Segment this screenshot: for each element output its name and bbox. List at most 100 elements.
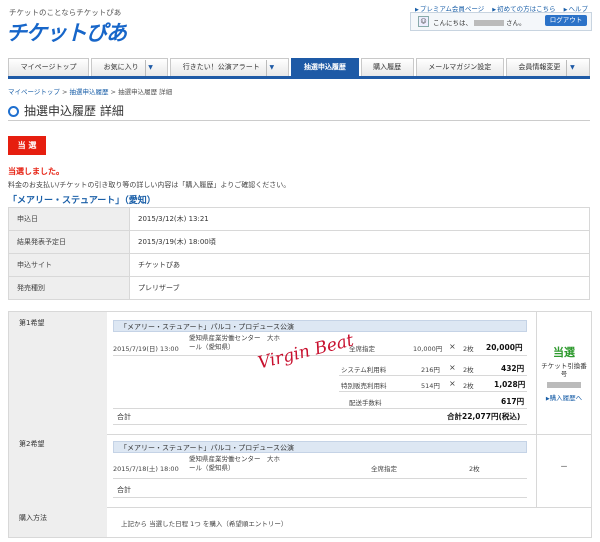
info-value: プレリザーブ <box>129 276 590 300</box>
tab-member-info[interactable]: 会員情報変更 ▼ <box>505 58 590 76</box>
link-text: 購入履歴へ <box>549 394 583 402</box>
table-row: 発売種別 プレリザーブ <box>8 276 590 300</box>
info-table: 申込日 2015/3/12(木) 13:21 結果発表予定日 2015/3/19(木… <box>8 207 590 300</box>
tab-label: マイページトップ <box>20 63 77 71</box>
tab-alert[interactable]: 行きたい！公演アラート ▼ <box>170 58 290 76</box>
tab-mypage-top[interactable]: マイページトップ <box>8 58 90 76</box>
line-times: × <box>449 342 456 351</box>
tab-label: メールマガジン設定 <box>428 63 492 71</box>
divider <box>113 478 527 479</box>
line-times: × <box>449 363 456 372</box>
performance-date: 2015/7/19(日) 13:00 <box>113 345 179 353</box>
result-column: 当選 チケット引換番号 ▶購入履歴へ <box>536 312 591 434</box>
circle-icon <box>8 106 19 117</box>
greeting-post: さん。 <box>506 19 526 27</box>
info-label: 申込日 <box>8 207 130 231</box>
line-name: システム利用料 <box>341 366 387 374</box>
tab-label: 会員情報変更 <box>518 63 561 71</box>
line-amount: 617円 <box>501 397 525 406</box>
chevron-down-icon[interactable]: ▼ <box>566 60 577 76</box>
total-label: 合計 <box>117 413 131 421</box>
venue-name: 愛知県産業労働センター 大ホール（愛知県） <box>189 334 280 351</box>
event-name-bar: 「メアリー・ステュアート」パルコ・プロデュース公演 <box>113 441 527 453</box>
total-value: 合計22,077円(税込) <box>447 412 521 421</box>
choice-1-block: 第1希望 「メアリー・ステュアート」パルコ・プロデュース公演 2015/7/19… <box>8 311 592 435</box>
logout-button[interactable]: ログアウト <box>545 15 587 26</box>
table-row: 申込日 2015/3/12(木) 13:21 <box>8 207 590 231</box>
breadcrumb-mypage[interactable]: マイページトップ <box>8 88 60 96</box>
status-badge: 当 選 <box>8 136 46 155</box>
choice-label: 第1希望 <box>9 312 107 434</box>
purchase-history-link[interactable]: ▶購入履歴へ <box>537 392 591 402</box>
info-label: 申込サイト <box>8 253 130 277</box>
tab-label: 抽選申込履歴 <box>303 63 346 71</box>
info-value: 2015/3/12(木) 13:21 <box>129 207 590 231</box>
breadcrumb-current: 抽選申込履歴 詳細 <box>118 88 173 96</box>
purchase-method-label: 購入方法 <box>9 507 107 537</box>
divider <box>113 497 527 498</box>
divider <box>339 375 527 376</box>
site-header: チケットのことならチケットぴあ チケットぴあ プレミアム会員ページ 初めての方は… <box>0 0 600 52</box>
line-price: 10,000円 <box>413 345 443 353</box>
info-label: 結果発表予定日 <box>8 230 130 254</box>
masked-ticket-number <box>547 382 581 388</box>
chevron-down-icon[interactable]: ▼ <box>265 60 277 76</box>
purchase-method-block: 購入方法 上記から 当選した日程 1つ を購入（希望順エントリー） <box>8 507 592 538</box>
line-qty: 2枚 <box>463 382 474 390</box>
line-price: 216円 <box>421 366 440 374</box>
info-label: 発売種別 <box>8 276 130 300</box>
masked-username <box>474 20 504 26</box>
tab-label: お気に入り <box>103 63 139 71</box>
notice-text: 料金のお支払い/チケットの引き取り等の詳しい内容は「購入履歴」よりご確認ください… <box>8 181 291 189</box>
divider <box>339 391 527 392</box>
page-title-text: 抽選申込履歴 詳細 <box>24 104 124 118</box>
divider <box>8 120 590 121</box>
line-amount: 432円 <box>501 364 525 373</box>
tab-lottery-history[interactable]: 抽選申込履歴 <box>291 58 359 76</box>
seat-type: 全席指定 <box>371 465 397 473</box>
choice-2-block: 第2希望 「メアリー・ステュアート」パルコ・プロデュース公演 2015/7/18… <box>8 433 592 508</box>
info-value: チケットぴあ <box>129 253 590 277</box>
event-name-bar: 「メアリー・ステュアート」パルコ・プロデュース公演 <box>113 320 527 332</box>
line-times: × <box>449 379 456 388</box>
info-value: 2015/3/19(木) 18:00頃 <box>129 230 590 254</box>
line-amount: 1,028円 <box>494 380 526 389</box>
ticket-number-label: チケット引換番号 <box>541 362 587 378</box>
tab-purchase-history[interactable]: 購入履歴 <box>360 58 414 76</box>
choice-label: 第2希望 <box>9 433 107 507</box>
main-nav: マイページトップ お気に入り ▼ 行きたい！公演アラート ▼ 抽選申込履歴 購入履歴… <box>8 58 590 79</box>
no-result-mark: － <box>560 462 568 471</box>
table-row: 申込サイト チケットぴあ <box>8 253 590 277</box>
site-logo[interactable]: チケットぴあ <box>6 17 127 47</box>
greeting-box: ☺ こんにちは、 さん。 ログアウト <box>410 12 592 31</box>
line-qty: 2枚 <box>463 345 474 353</box>
breadcrumb-lottery[interactable]: 抽選申込履歴 <box>69 88 108 96</box>
table-row: 結果発表予定日 2015/3/19(木) 18:00頃 <box>8 230 590 254</box>
line-amount: 20,000円 <box>486 343 523 352</box>
line-name: 特別販売利用料 <box>341 382 387 390</box>
ticket-qty: 2枚 <box>469 465 480 473</box>
total-label: 合計 <box>117 486 131 494</box>
tab-label: 購入履歴 <box>373 63 402 71</box>
chevron-down-icon[interactable]: ▼ <box>144 60 156 76</box>
divider <box>113 408 527 409</box>
user-icon: ☺ <box>418 16 429 27</box>
venue-name: 愛知県産業労働センター 大ホール（愛知県） <box>189 455 280 472</box>
page-title: 抽選申込履歴 詳細 <box>8 102 124 119</box>
result-text: 当選しました。 <box>8 167 64 176</box>
greeting-pre: こんにちは、 <box>433 19 472 27</box>
tab-favorites[interactable]: お気に入り ▼ <box>91 58 169 76</box>
tab-mail-magazine[interactable]: メールマガジン設定 <box>415 58 504 76</box>
tab-label: 行きたい！公演アラート <box>182 63 260 71</box>
line-name: 配送手数料 <box>349 399 382 407</box>
result-column: － <box>536 433 591 507</box>
purchase-method-value: 上記から 当選した日程 1つ を購入（希望順エントリー） <box>121 520 288 528</box>
event-title: 「メアリー・ステュアート」（愛知） <box>8 196 156 206</box>
divider <box>113 424 527 425</box>
won-status: 当選 <box>553 346 575 359</box>
breadcrumb: マイページトップ > 抽選申込履歴 > 抽選申込履歴 詳細 <box>8 88 173 96</box>
line-price: 514円 <box>421 382 440 390</box>
greeting-text: こんにちは、 さん。 <box>433 17 526 27</box>
performance-date: 2015/7/18(土) 18:00 <box>113 465 179 473</box>
line-qty: 2枚 <box>463 366 474 374</box>
